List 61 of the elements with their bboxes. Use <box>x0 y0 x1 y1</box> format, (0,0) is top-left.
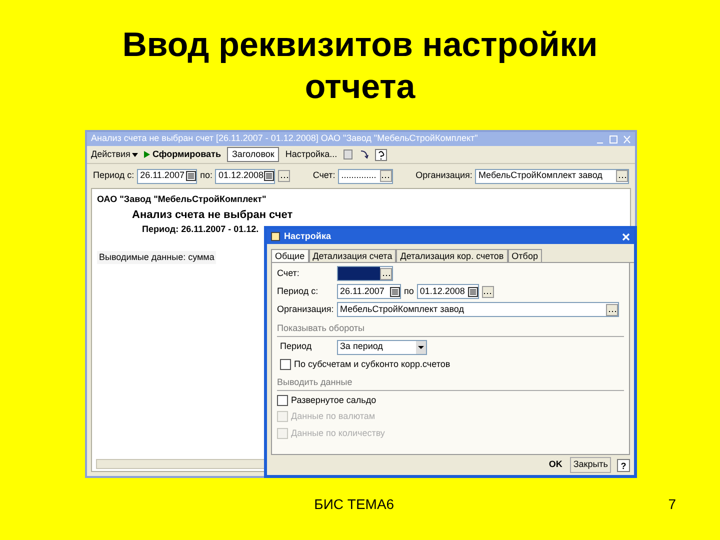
period-kind-label: Период <box>280 340 313 354</box>
slide-title: Ввод реквизитов настройки отчета <box>121 25 599 108</box>
tab[interactable]: Детализация кор. счетов <box>396 249 508 262</box>
page-number: 7 <box>668 495 676 514</box>
company-name: ОАО "Завод "МебельСтройКомплект" <box>97 193 268 206</box>
account-field[interactable] <box>337 266 393 281</box>
period-label: Период с: <box>93 169 134 182</box>
organization-field[interactable]: МебельСтройКомплект завод <box>475 168 629 184</box>
checkbox-label: Данные по валютам <box>291 410 376 423</box>
document-icon[interactable] <box>343 149 354 160</box>
tab[interactable]: Общие <box>271 249 309 262</box>
checkbox[interactable] <box>280 358 291 370</box>
organization-field[interactable]: МебельСтройКомплект завод <box>337 302 619 317</box>
select-button[interactable] <box>606 304 618 316</box>
period-kind-dropdown[interactable]: За период <box>337 340 427 354</box>
play-icon <box>144 151 150 158</box>
select-button[interactable] <box>380 170 392 182</box>
organization-label: Организация: <box>277 302 335 316</box>
date-from-field[interactable]: 26.11.2007 <box>137 168 198 184</box>
calendar-icon[interactable] <box>468 286 478 296</box>
tab[interactable]: Отбор <box>508 249 542 262</box>
period-label: Период с: <box>277 284 320 298</box>
organization-label: Организация: <box>416 169 472 182</box>
help-icon[interactable] <box>375 148 388 160</box>
calendar-icon[interactable] <box>390 286 400 296</box>
slide-footer: БИС ТЕМА6 <box>314 494 394 515</box>
date-to-field[interactable]: 01.12.2008 <box>215 168 276 184</box>
calendar-icon[interactable] <box>264 171 274 181</box>
calendar-icon[interactable] <box>186 171 196 181</box>
select-button[interactable] <box>380 268 392 280</box>
report-heading: Анализ счета не выбран счет <box>132 208 294 222</box>
report-period: Период: 26.11.2007 - 01.12. <box>142 223 260 236</box>
dialog-title: Настройка <box>284 230 332 243</box>
checkbox-label: Развернутое сальдо <box>291 394 376 407</box>
account-label: Счет: <box>277 266 300 280</box>
checkbox-label: Данные по количеству <box>291 426 385 440</box>
help-button[interactable]: ? <box>617 458 630 472</box>
to-label: по: <box>200 169 212 182</box>
caret-icon <box>132 152 138 156</box>
ok-button[interactable]: OK <box>546 458 564 472</box>
window-title: Анализ счета не выбран счет [26.11.2007 - 01.12.2008] ОАО "Завод "МебельСтройКомплект" <box>91 132 479 146</box>
form-icon <box>271 232 280 241</box>
date-from-field[interactable]: 26.11.2007 <box>337 284 401 299</box>
to-label: по <box>404 284 414 298</box>
account-label: Счет: <box>312 169 336 182</box>
curved-arrow-icon[interactable] <box>359 149 370 160</box>
header-toggle[interactable]: Заголовок <box>227 147 280 162</box>
period-picker-button[interactable] <box>278 170 290 182</box>
actions-menu[interactable]: Действия <box>91 148 138 162</box>
account-field[interactable]: .............. <box>338 168 393 184</box>
date-to-field[interactable]: 01.12.2008 <box>416 284 479 299</box>
turnover-section-heading: Показывать обороты <box>277 322 624 336</box>
generate-button[interactable]: Сформировать <box>144 148 221 162</box>
close-button[interactable]: Закрыть <box>570 457 611 473</box>
close-icon[interactable] <box>622 232 630 240</box>
output-section-heading: Выводить данные <box>277 376 624 390</box>
select-button[interactable] <box>616 170 628 182</box>
settings-button[interactable]: Настройка... <box>285 148 338 162</box>
checkbox-label: По субсчетам и субконто корр.счетов <box>294 358 450 371</box>
tab[interactable]: Детализация счета <box>308 249 396 262</box>
checkbox[interactable] <box>277 394 288 406</box>
